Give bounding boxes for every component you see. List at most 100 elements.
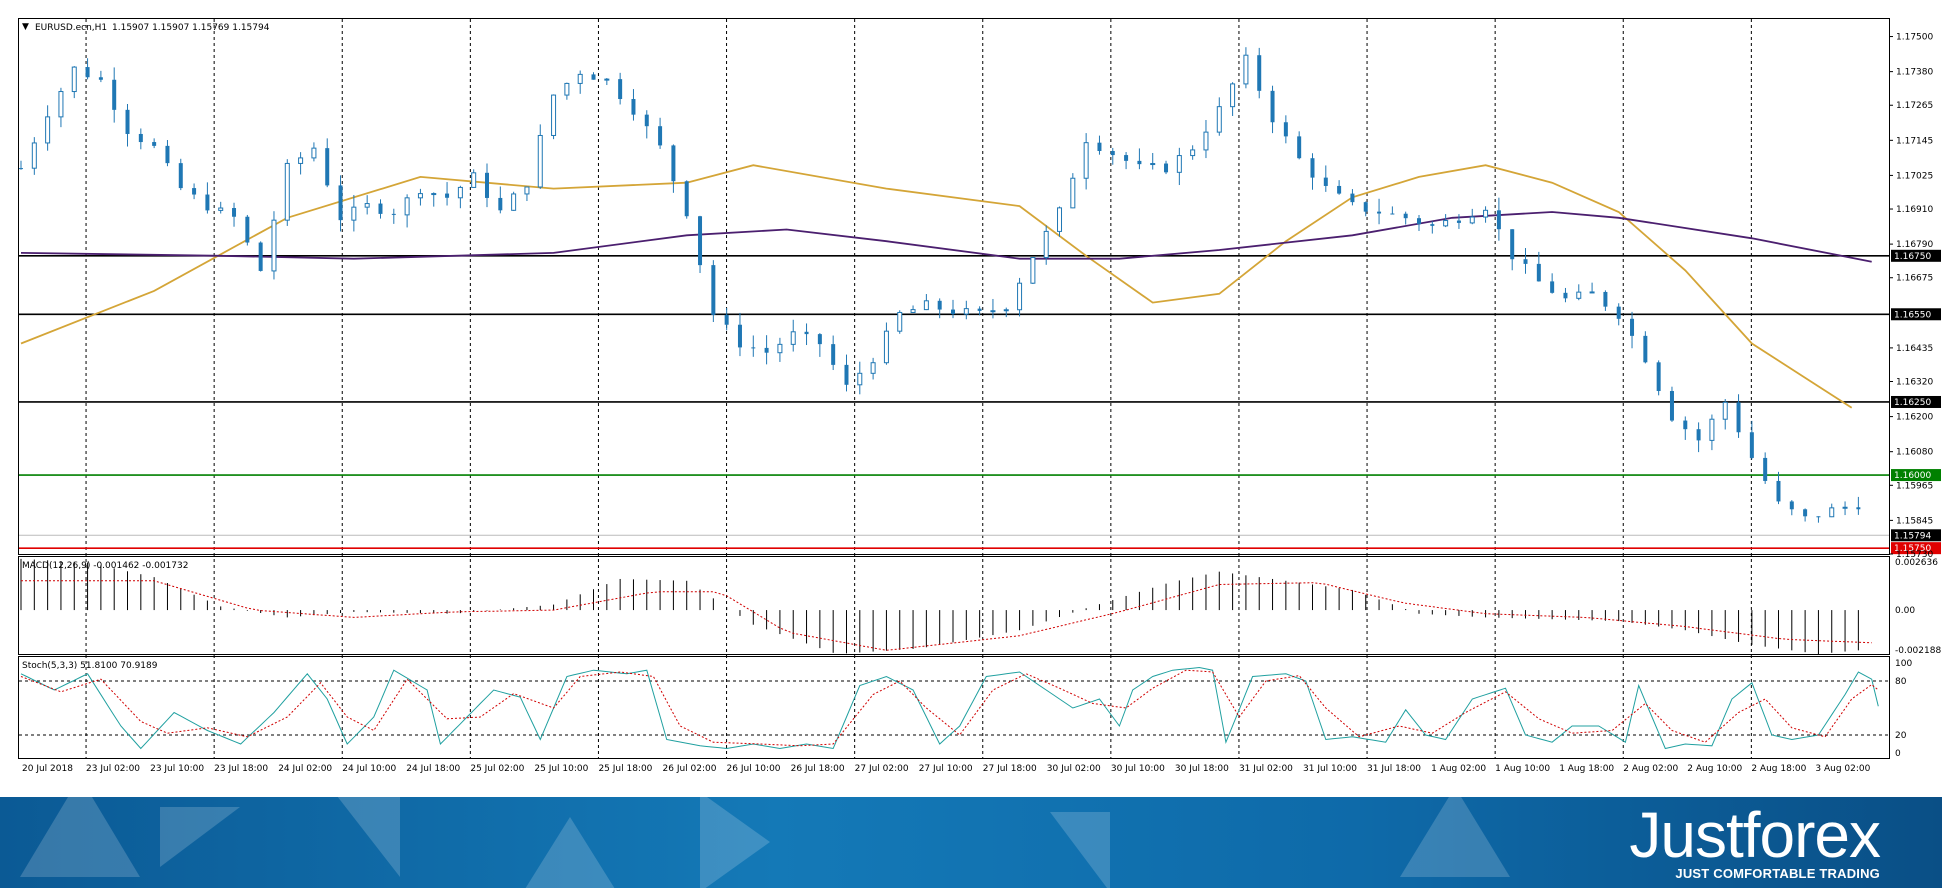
time-tick-label: 31 Jul 02:00 <box>1239 764 1293 774</box>
candle-body-down <box>192 188 197 195</box>
time-tick-label: 26 Jul 10:00 <box>727 764 781 774</box>
candle-body-up <box>910 309 916 313</box>
candle-body-down <box>245 216 250 243</box>
price-tick-label: 1.17500 <box>1896 33 1933 43</box>
time-tick-label: 1 Aug 10:00 <box>1495 764 1550 774</box>
price-tick-label: 1.16435 <box>1896 344 1933 354</box>
collapse-arrow-icon[interactable]: ▼ <box>22 22 29 32</box>
candle-body-down <box>391 213 396 215</box>
time-tick-label: 27 Jul 18:00 <box>983 764 1037 774</box>
candle-body-up <box>1057 207 1063 232</box>
current-price-label: 1.15794 <box>1894 531 1931 541</box>
candle-body-up <box>1176 155 1182 173</box>
candle-body-down <box>1390 213 1395 215</box>
price-tick-label: 1.17025 <box>1896 171 1933 181</box>
time-tick-label: 30 Jul 18:00 <box>1175 764 1229 774</box>
candle-body-down <box>1510 229 1515 260</box>
candle-body-down <box>1696 429 1701 441</box>
candle-body-down <box>698 216 703 266</box>
time-tick-label: 26 Jul 02:00 <box>663 764 717 774</box>
candle-body-down <box>1656 362 1661 392</box>
price-level-label: 1.16550 <box>1894 310 1931 320</box>
candle-body-up <box>311 147 317 159</box>
price-tick-label: 1.16910 <box>1896 205 1933 215</box>
price-tick-label: 1.17145 <box>1896 136 1933 146</box>
time-tick-label: 24 Jul 02:00 <box>278 764 332 774</box>
symbol-title: EURUSD.ecn,H1 <box>35 23 107 33</box>
price-tick-label: 1.15730 <box>1896 550 1933 560</box>
candle-body-down <box>591 74 596 80</box>
time-tick-label: 31 Jul 18:00 <box>1367 764 1421 774</box>
price-tick-label: 1.15965 <box>1896 481 1933 491</box>
time-tick-label: 27 Jul 10:00 <box>919 764 973 774</box>
time-tick-label: 24 Jul 10:00 <box>342 764 396 774</box>
candle-body-down <box>737 324 742 348</box>
candle-body-up <box>1589 291 1595 294</box>
candle-body-down <box>1776 480 1781 502</box>
candle-body-down <box>1257 55 1262 91</box>
candle-body-down <box>631 99 636 115</box>
time-tick-label: 23 Jul 18:00 <box>214 764 268 774</box>
candle-body-up <box>923 300 929 311</box>
time-tick-label: 30 Jul 10:00 <box>1111 764 1165 774</box>
candle-body-down <box>1736 402 1741 433</box>
candle-body-up <box>897 311 903 332</box>
macd-label: MACD(12,26,9) -0.001462 -0.001732 <box>22 561 188 571</box>
candle-body-down <box>751 347 756 349</box>
candle-body-down <box>232 208 237 217</box>
brand-banner: Justforex JUST COMFORTABLE TRADING <box>0 797 1942 888</box>
candle-body-down <box>1297 136 1302 159</box>
time-tick-label: 20 Jul 2018 <box>22 764 73 774</box>
price-level-label: 1.16750 <box>1894 252 1931 262</box>
stoch-tick-label: 20 <box>1895 731 1907 741</box>
candle-body-up <box>857 372 863 386</box>
candle-body-down <box>485 172 489 198</box>
time-tick-label: 26 Jul 18:00 <box>791 764 845 774</box>
candle-body-down <box>125 109 130 134</box>
candle-body-down <box>1816 516 1821 518</box>
candle-body-down <box>658 126 663 146</box>
price-tick-label: 1.15845 <box>1896 516 1933 526</box>
stoch-tick-label: 0 <box>1895 749 1901 759</box>
banner-decoration <box>160 807 240 867</box>
candle-body-up <box>1030 257 1036 284</box>
candle-body-up <box>524 186 530 195</box>
candle-body-up <box>1230 83 1236 108</box>
price-tick-label: 1.16675 <box>1896 274 1933 284</box>
banner-decoration <box>20 797 140 877</box>
time-tick-label: 25 Jul 02:00 <box>470 764 524 774</box>
candle-body-up <box>564 82 570 96</box>
candle-body-down <box>1536 263 1541 282</box>
candle-body-up <box>284 162 290 221</box>
candle-body-down <box>1669 391 1674 421</box>
candle-body-up <box>1190 149 1196 157</box>
candle-body-down <box>1749 432 1754 458</box>
candle-body-up <box>777 343 783 354</box>
candle-body-up <box>1469 216 1475 224</box>
candle-body-up <box>1216 106 1222 133</box>
candle-body-up <box>511 193 517 211</box>
candle-body-down <box>1124 155 1129 161</box>
candle-body-up <box>1829 507 1835 518</box>
candle-body-down <box>684 181 689 217</box>
candle-body-down <box>1803 509 1808 517</box>
candle-body-down <box>1603 291 1608 307</box>
candle-body-up <box>417 193 423 199</box>
candle-body-down <box>804 331 809 335</box>
brand-logo[interactable]: Justforex <box>1629 803 1881 867</box>
time-tick-label: 27 Jul 02:00 <box>855 764 909 774</box>
candle-body-down <box>711 265 716 315</box>
candle-body-down <box>205 194 210 211</box>
candle-body-down <box>1616 306 1621 319</box>
time-tick-label: 2 Aug 02:00 <box>1623 764 1678 774</box>
stoch-label: Stoch(5,3,3) 51.8100 70.9189 <box>22 661 158 671</box>
candle-body-up <box>1150 163 1156 166</box>
candle-body-up <box>457 186 463 199</box>
candle-body-down <box>165 145 170 164</box>
candle-body-down <box>1350 193 1355 203</box>
candle-body-down <box>325 148 330 186</box>
candle-body-up <box>58 91 64 118</box>
candle-body-up <box>551 94 557 136</box>
candle-body-down <box>1456 220 1461 223</box>
candle-body-down <box>1377 211 1382 214</box>
